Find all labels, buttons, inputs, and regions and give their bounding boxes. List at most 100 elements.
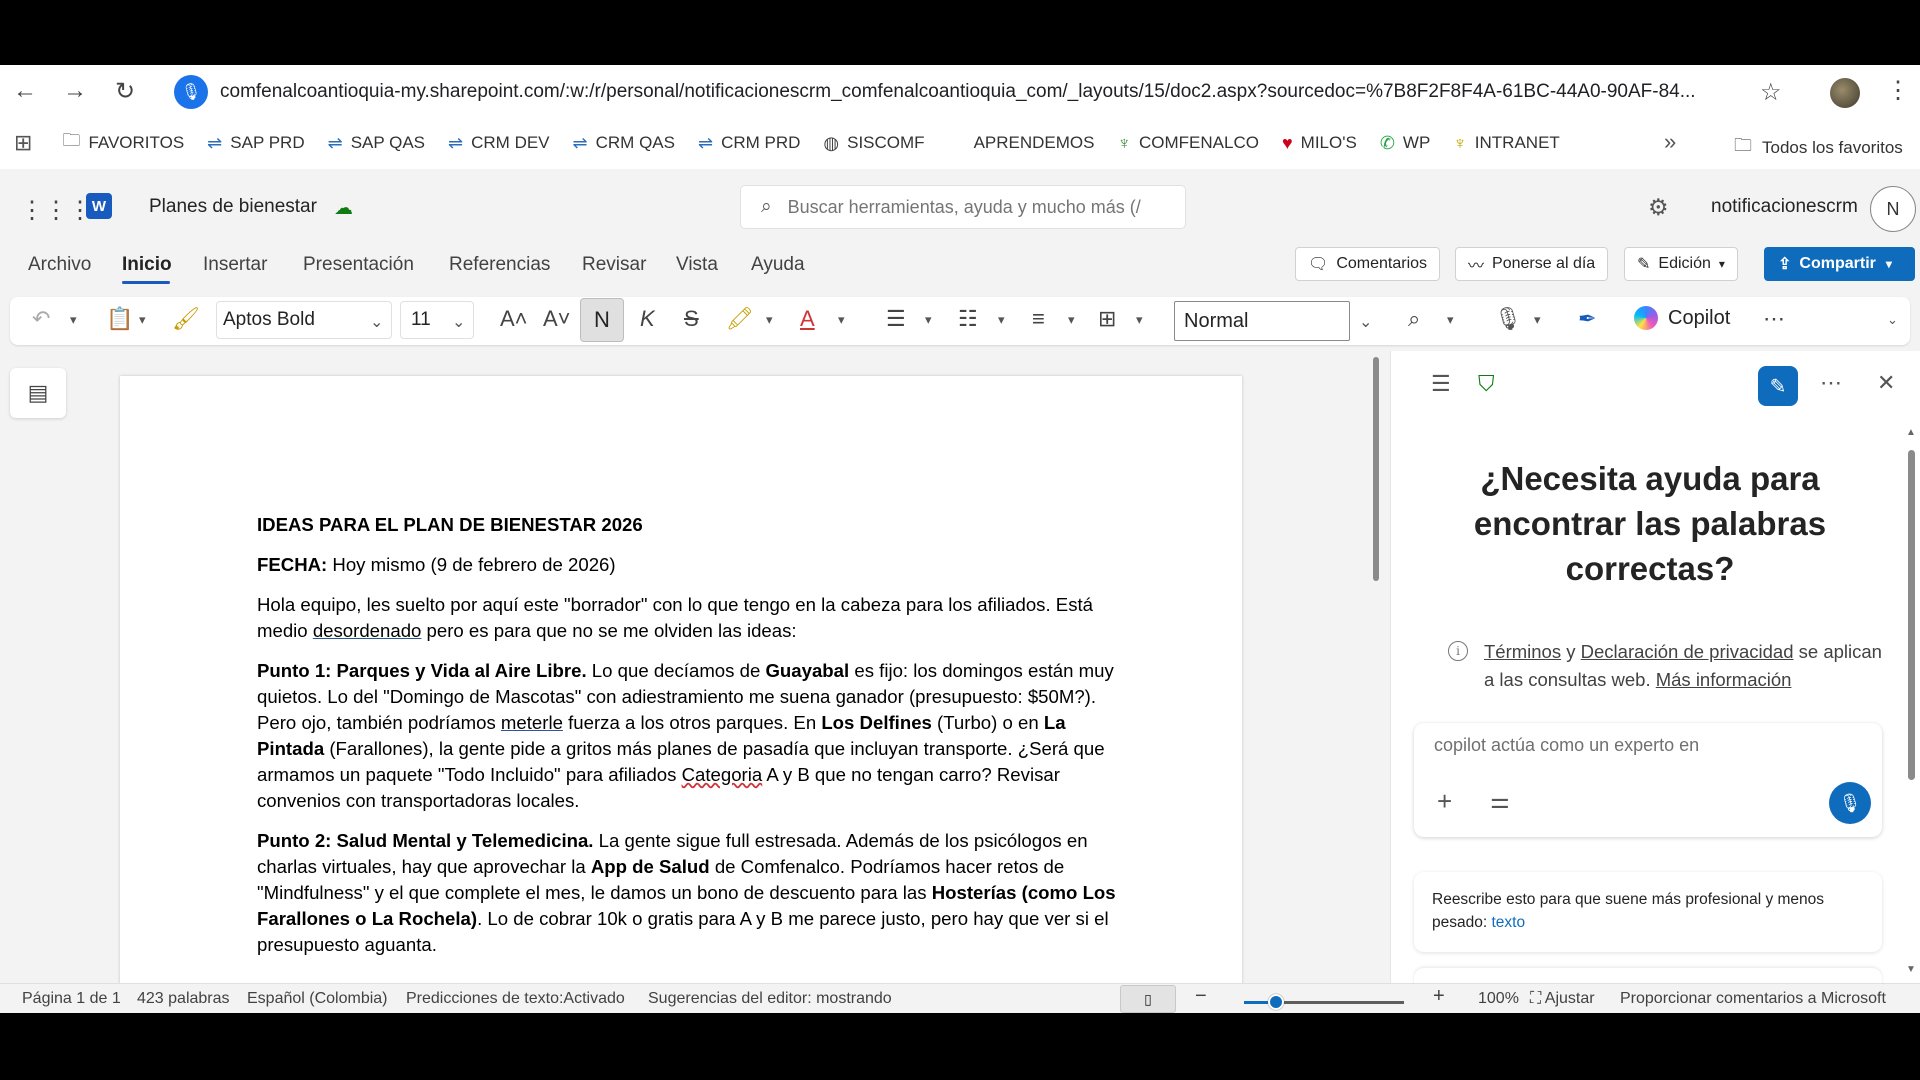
navigation-pane-icon[interactable]: ▤ bbox=[10, 368, 66, 418]
point-2-paragraph[interactable]: Punto 2: Salud Mental y Telemedicina. La… bbox=[257, 828, 1117, 958]
word-logo-icon[interactable]: W bbox=[86, 193, 112, 219]
tab-archivo[interactable]: Archivo bbox=[28, 254, 91, 276]
search-input[interactable] bbox=[787, 196, 1168, 218]
dictate-mic-icon[interactable]: 🎙 bbox=[1494, 306, 1522, 332]
word-count[interactable]: 423 palabras bbox=[137, 990, 230, 1008]
comments-button[interactable]: 🗨 Comentarios bbox=[1295, 247, 1441, 281]
feedback-link[interactable]: Proporcionar comentarios a Microsoft bbox=[1620, 990, 1886, 1008]
print-layout-icon[interactable]: ▯ bbox=[1120, 985, 1176, 1013]
new-chat-icon[interactable]: ✎ bbox=[1758, 366, 1798, 406]
tab-referencias[interactable]: Referencias bbox=[449, 254, 550, 276]
tab-vista[interactable]: Vista bbox=[676, 254, 718, 276]
more-bookmarks-icon[interactable]: » bbox=[1664, 129, 1676, 155]
conversation-list-icon[interactable]: ☰ bbox=[1431, 371, 1451, 397]
chevron-down-icon[interactable]: ⌄ bbox=[1359, 312, 1372, 332]
editing-mode-button[interactable]: ✎ Edición ▾ bbox=[1624, 247, 1738, 281]
copilot-button[interactable]: Copilot bbox=[1634, 306, 1730, 330]
shield-check-icon[interactable]: ⛉ bbox=[1478, 371, 1495, 397]
point-1-paragraph[interactable]: Punto 1: Parques y Vida al Aire Libre. L… bbox=[257, 658, 1117, 814]
avatar[interactable]: N bbox=[1870, 186, 1916, 232]
bookmark-crm-prd[interactable]: ⇌ CRM PRD bbox=[698, 133, 800, 154]
cloud-saved-icon[interactable]: ☁ bbox=[334, 197, 353, 220]
font-family-select[interactable]: Aptos Bold bbox=[216, 301, 392, 339]
address-bar[interactable]: 🎙 comfenalcoantioquia-my.sharepoint.com/… bbox=[172, 72, 1787, 112]
copilot-suggestion-card[interactable]: Reescribe esto para que suene más profes… bbox=[1414, 872, 1882, 952]
bookmark-sap-prd[interactable]: ⇌ SAP PRD bbox=[207, 133, 304, 154]
copilot-prompt-input[interactable] bbox=[1434, 735, 1854, 756]
strikethrough-button[interactable]: S bbox=[684, 306, 699, 332]
tab-ayuda[interactable]: Ayuda bbox=[751, 254, 805, 276]
chevron-down-icon[interactable]: ⌄ bbox=[370, 312, 383, 332]
browser-menu-icon[interactable]: ⋮ bbox=[1886, 76, 1910, 105]
shrink-font-icon[interactable]: A˅ bbox=[543, 306, 571, 332]
align-icon[interactable]: ≡ bbox=[1032, 306, 1045, 332]
catch-up-button[interactable]: 〰 Ponerse al día bbox=[1455, 247, 1609, 281]
chevron-down-icon[interactable]: ▾ bbox=[1447, 312, 1454, 328]
date-paragraph[interactable]: FECHA: Hoy mismo (9 de febrero de 2026) bbox=[257, 552, 1117, 578]
chevron-down-icon[interactable]: ▾ bbox=[139, 312, 146, 328]
bullets-icon[interactable]: ☰ bbox=[886, 306, 906, 332]
editor-suggestions-status[interactable]: Sugerencias del editor: mostrando bbox=[648, 990, 892, 1008]
back-icon[interactable]: ← bbox=[0, 65, 50, 117]
bookmark-crm-dev[interactable]: ⇌ CRM DEV bbox=[448, 133, 550, 154]
zoom-out-icon[interactable]: − bbox=[1195, 985, 1207, 1008]
more-options-icon[interactable]: ⋯ bbox=[1820, 370, 1842, 396]
tab-insertar[interactable]: Insertar bbox=[203, 254, 267, 276]
fit-button[interactable]: ⛶ Ajustar bbox=[1530, 990, 1595, 1008]
document-scrollbar[interactable] bbox=[1373, 357, 1379, 581]
clipboard-icon[interactable]: 📋 bbox=[106, 306, 133, 332]
app-launcher-icon[interactable]: ⋮⋮⋮ bbox=[20, 196, 92, 225]
browser-profile-avatar[interactable] bbox=[1830, 78, 1860, 108]
borders-icon[interactable]: ⊞ bbox=[1098, 306, 1116, 332]
chevron-down-icon[interactable]: ▾ bbox=[1534, 312, 1541, 328]
bookmark-milos[interactable]: ♥ MILO'S bbox=[1282, 133, 1357, 154]
scroll-up-icon[interactable]: ▲ bbox=[1906, 427, 1916, 438]
voice-search-icon[interactable]: 🎙 bbox=[174, 75, 208, 109]
find-icon[interactable]: ⌕ bbox=[1408, 306, 1420, 332]
chevron-down-icon[interactable]: ⌄ bbox=[452, 312, 465, 332]
chevron-down-icon[interactable]: ▾ bbox=[1136, 312, 1143, 328]
italic-button[interactable]: K bbox=[640, 306, 655, 332]
language-status[interactable]: Español (Colombia) bbox=[247, 990, 388, 1008]
chevron-down-icon[interactable]: ▾ bbox=[998, 312, 1005, 328]
font-color-icon[interactable]: A bbox=[800, 306, 815, 332]
chevron-down-icon[interactable]: ▾ bbox=[1068, 312, 1075, 328]
reload-icon[interactable]: ↻ bbox=[100, 65, 150, 117]
search-field[interactable]: ⌕ bbox=[740, 185, 1186, 229]
format-painter-icon[interactable]: 🖌 bbox=[172, 306, 200, 332]
more-info-link[interactable]: Más información bbox=[1656, 669, 1792, 690]
close-icon[interactable]: ✕ bbox=[1877, 370, 1895, 396]
forward-icon[interactable]: → bbox=[50, 65, 100, 117]
highlight-icon[interactable]: 🖍 bbox=[726, 306, 754, 332]
tab-presentacion[interactable]: Presentación bbox=[303, 254, 414, 276]
tab-revisar[interactable]: Revisar bbox=[582, 254, 646, 276]
prompt-settings-icon[interactable]: ⚌ bbox=[1490, 788, 1510, 814]
bookmark-comfenalco[interactable]: ♆ COMFENALCO bbox=[1118, 133, 1259, 154]
copilot-scrollbar[interactable] bbox=[1908, 450, 1915, 780]
grow-font-icon[interactable]: A˄ bbox=[500, 306, 528, 332]
doc-title-paragraph[interactable]: IDEAS PARA EL PLAN DE BIENESTAR 2026 bbox=[257, 512, 1117, 538]
undo-icon[interactable]: ↶ bbox=[32, 306, 50, 332]
tab-inicio[interactable]: Inicio bbox=[122, 254, 172, 276]
chevron-down-icon[interactable]: ▾ bbox=[70, 312, 77, 328]
bold-button[interactable]: N bbox=[580, 298, 624, 342]
expand-ribbon-icon[interactable]: ⌄ bbox=[1887, 312, 1898, 328]
scroll-down-icon[interactable]: ▼ bbox=[1906, 964, 1916, 975]
bookmark-crm-qas[interactable]: ⇌ CRM QAS bbox=[573, 133, 675, 154]
document-title[interactable]: Planes de bienestar bbox=[149, 196, 317, 218]
all-bookmarks-button[interactable]: 🗀 Todos los favoritos bbox=[1734, 133, 1903, 163]
numbering-icon[interactable]: ☷ bbox=[958, 306, 978, 332]
bookmark-star-icon[interactable]: ☆ bbox=[1760, 78, 1782, 107]
copilot-prompt-box[interactable] bbox=[1414, 723, 1882, 837]
editor-icon[interactable]: ✒ bbox=[1578, 306, 1596, 332]
bookmark-aprendemos[interactable]: APRENDEMOS bbox=[974, 133, 1095, 153]
zoom-slider-thumb[interactable] bbox=[1268, 994, 1284, 1010]
chevron-down-icon[interactable]: ▾ bbox=[925, 312, 932, 328]
share-button[interactable]: ⇪ Compartir ▾ bbox=[1764, 247, 1915, 281]
privacy-link[interactable]: Declaración de privacidad bbox=[1581, 641, 1794, 662]
chevron-down-icon[interactable]: ▾ bbox=[766, 312, 773, 328]
style-select[interactable]: Normal bbox=[1174, 301, 1350, 341]
bookmark-wp[interactable]: ✆ WP bbox=[1380, 133, 1430, 154]
copilot-mic-icon[interactable]: 🎙 bbox=[1829, 782, 1871, 824]
bookmark-intranet[interactable]: ♆ INTRANET bbox=[1453, 133, 1560, 154]
